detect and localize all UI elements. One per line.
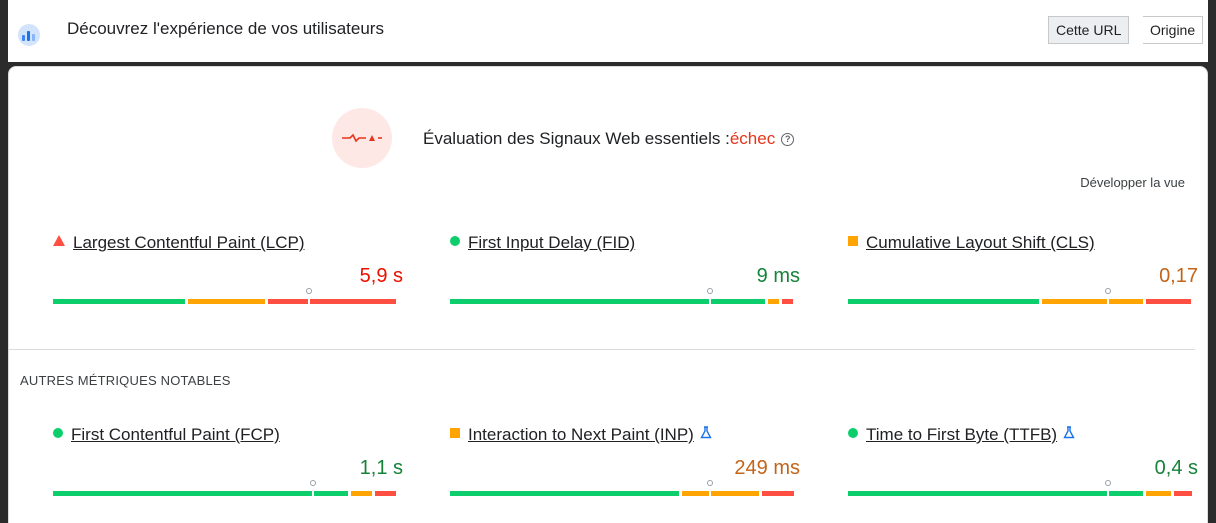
poor-triangle-icon — [53, 235, 65, 246]
flask-icon — [700, 426, 712, 442]
this-url-toggle[interactable]: Cette URL — [1048, 16, 1130, 44]
distribution-good-segment — [848, 491, 1143, 496]
page-frame: Découvrez l'expérience de vos utilisateu… — [0, 0, 1216, 523]
distribution-bar — [848, 480, 1194, 496]
assessment-label: Évaluation des Signaux Web essentiels : — [423, 129, 730, 148]
other-metrics-heading: AUTRES MÉTRIQUES NOTABLES — [20, 373, 231, 388]
help-icon[interactable]: ? — [781, 133, 795, 146]
metric-value: 249 ms — [734, 457, 800, 479]
crux-report-icon — [18, 24, 40, 46]
metric-name-link[interactable]: First Input Delay (FID) — [468, 233, 635, 252]
metric-name-link[interactable]: Time to First Byte (TTFB) — [866, 425, 1057, 444]
distribution-bar — [53, 480, 399, 496]
assessment-result: échec — [729, 129, 776, 148]
distribution-average-segment — [351, 491, 372, 496]
distribution-good-segment — [450, 299, 765, 304]
metric-tile: First Input Delay (FID) 9 ms — [450, 233, 800, 323]
distribution-good-segment — [53, 299, 185, 304]
metric-name-link[interactable]: First Contentful Paint (FCP) — [71, 425, 280, 444]
metric-tile: First Contentful Paint (FCP) 1,1 s — [53, 425, 403, 515]
metric-name-link[interactable]: Interaction to Next Paint (INP) — [468, 425, 694, 444]
metric-tile: Time to First Byte (TTFB) 0,4 s — [848, 425, 1198, 515]
distribution-good-segment — [450, 491, 679, 496]
distribution-poor-segment — [762, 491, 794, 496]
report-header: Découvrez l'expérience de vos utilisateu… — [8, 0, 1208, 62]
origin-toggle[interactable]: Origine — [1143, 16, 1204, 44]
metric-heading: Interaction to Next Paint (INP) — [450, 425, 712, 445]
distribution-average-segment — [768, 299, 779, 304]
metric-value: 9 ms — [756, 265, 800, 287]
good-circle-icon — [450, 236, 460, 246]
metric-tile: Largest Contentful Paint (LCP) 5,9 s — [53, 233, 403, 323]
section-divider — [9, 349, 1195, 350]
distribution-good-segment — [848, 299, 1039, 304]
distribution-average-segment — [1146, 491, 1171, 496]
metric-heading: First Contentful Paint (FCP) — [53, 425, 280, 445]
metric-name-link[interactable]: Cumulative Layout Shift (CLS) — [866, 233, 1095, 252]
p75-marker — [310, 480, 316, 496]
expand-view-link[interactable]: Développer la vue — [1080, 175, 1185, 190]
good-circle-icon — [53, 428, 63, 438]
p75-marker — [1105, 480, 1111, 496]
metric-heading: First Input Delay (FID) — [450, 233, 635, 253]
metric-value: 5,9 s — [359, 265, 403, 287]
report-title: Découvrez l'expérience de vos utilisateu… — [67, 19, 384, 38]
p75-marker — [707, 480, 713, 496]
assessment-heading: Évaluation des Signaux Web essentiels :é… — [423, 129, 795, 149]
p75-marker — [306, 288, 312, 304]
metric-value: 1,1 s — [359, 457, 403, 479]
distribution-bar — [848, 288, 1194, 304]
distribution-poor-segment — [782, 299, 793, 304]
good-circle-icon — [848, 428, 858, 438]
distribution-good-segment — [53, 491, 348, 496]
metric-value: 0,4 s — [1154, 457, 1198, 479]
metric-tile: Interaction to Next Paint (INP) 249 ms — [450, 425, 800, 515]
distribution-bar — [53, 288, 399, 304]
pulse-fail-icon — [332, 108, 392, 168]
metric-name-link[interactable]: Largest Contentful Paint (LCP) — [73, 233, 305, 252]
distribution-poor-segment — [268, 299, 396, 304]
flask-icon — [1063, 426, 1075, 442]
metric-heading: Time to First Byte (TTFB) — [848, 425, 1075, 445]
distribution-average-segment — [682, 491, 759, 496]
metric-tile: Cumulative Layout Shift (CLS) 0,17 — [848, 233, 1198, 323]
average-square-icon — [848, 236, 858, 246]
distribution-average-segment — [188, 299, 265, 304]
distribution-poor-segment — [1174, 491, 1192, 496]
distribution-bar — [450, 480, 796, 496]
distribution-poor-segment — [375, 491, 396, 496]
distribution-poor-segment — [1146, 299, 1191, 304]
metric-value: 0,17 — [1159, 265, 1198, 287]
average-square-icon — [450, 428, 460, 438]
distribution-bar — [450, 288, 796, 304]
metric-heading: Largest Contentful Paint (LCP) — [53, 233, 305, 253]
distribution-average-segment — [1042, 299, 1143, 304]
p75-marker — [1105, 288, 1111, 304]
metric-heading: Cumulative Layout Shift (CLS) — [848, 233, 1095, 253]
field-data-card: Évaluation des Signaux Web essentiels :é… — [8, 66, 1208, 523]
p75-marker — [707, 288, 713, 304]
